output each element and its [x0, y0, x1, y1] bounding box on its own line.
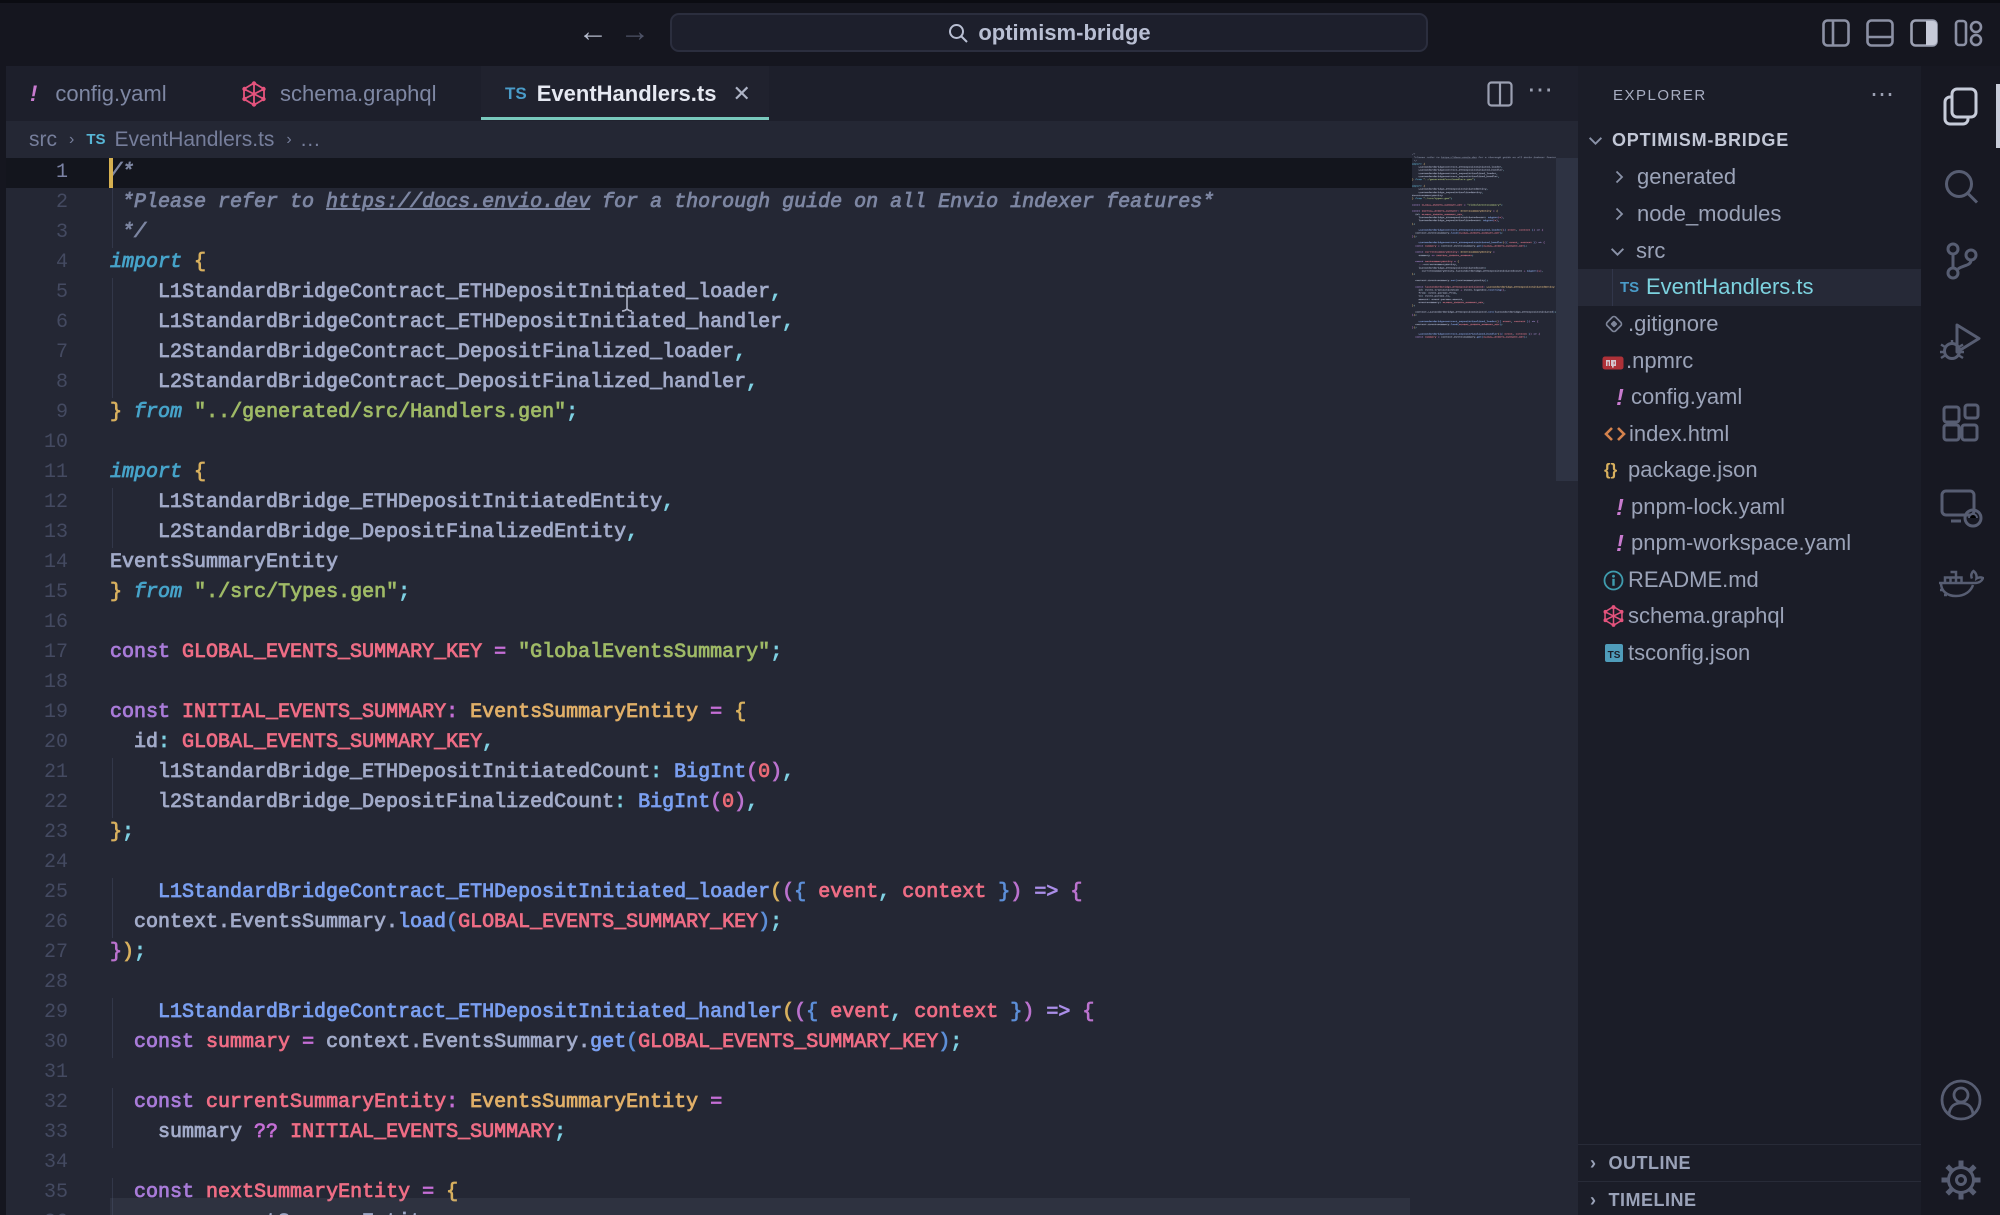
svg-text:TS: TS	[1608, 650, 1621, 661]
